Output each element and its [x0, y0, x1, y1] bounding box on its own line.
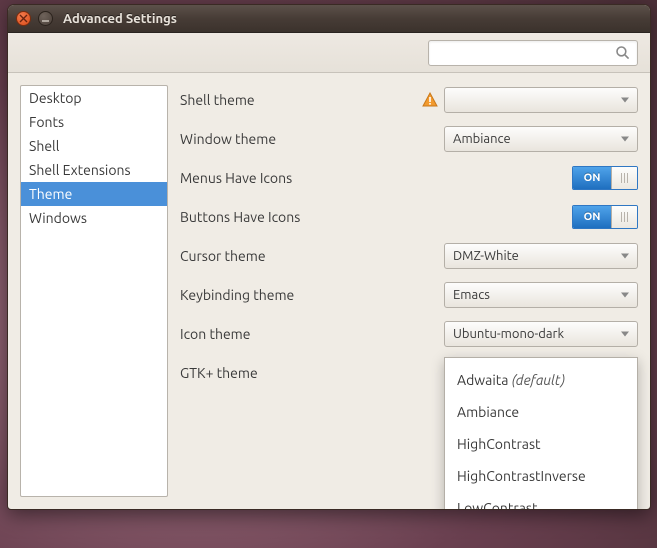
warning-icon: [422, 92, 438, 108]
titlebar: Advanced Settings: [8, 5, 650, 33]
sidebar-item-shell[interactable]: Shell: [21, 134, 167, 158]
advanced-settings-window: Advanced Settings Desktop Fonts Shell Sh…: [7, 4, 651, 510]
gtk-theme-popup[interactable]: Adwaita (default) Ambiance HighContrast …: [444, 357, 638, 510]
close-icon: [19, 14, 28, 23]
row-keybinding-theme: Keybinding theme Emacs: [180, 280, 638, 310]
content-area: Desktop Fonts Shell Shell Extensions The…: [8, 73, 650, 509]
switch-buttons-icons[interactable]: ON: [572, 205, 638, 229]
minimize-button[interactable]: [38, 11, 53, 26]
combo-keybinding-theme-value: Emacs: [453, 288, 490, 302]
gtk-option-lowcontrast[interactable]: LowContrast: [445, 492, 637, 510]
chevron-down-icon: [621, 332, 629, 337]
row-icon-theme: Icon theme Ubuntu-mono-dark: [180, 319, 638, 349]
label-icon-theme: Icon theme: [180, 326, 444, 342]
close-button[interactable]: [16, 11, 31, 26]
combo-keybinding-theme[interactable]: Emacs: [444, 282, 638, 308]
switch-thumb: [611, 167, 637, 189]
toolbar: [8, 33, 650, 73]
option-label: Adwaita: [457, 372, 508, 388]
row-menus-icons: Menus Have Icons ON: [180, 163, 638, 193]
row-cursor-theme: Cursor theme DMZ-White: [180, 241, 638, 271]
label-cursor-theme: Cursor theme: [180, 248, 444, 264]
label-menus-icons: Menus Have Icons: [180, 170, 572, 186]
combo-window-theme-value: Ambiance: [453, 132, 511, 146]
sidebar-item-desktop[interactable]: Desktop: [21, 86, 167, 110]
combo-shell-theme[interactable]: [444, 87, 638, 113]
chevron-down-icon: [621, 254, 629, 259]
combo-icon-theme-value: Ubuntu-mono-dark: [453, 327, 564, 341]
label-keybinding-theme: Keybinding theme: [180, 287, 444, 303]
chevron-down-icon: [621, 137, 629, 142]
window-title: Advanced Settings: [63, 12, 177, 26]
chevron-down-icon: [621, 293, 629, 298]
search-icon: [615, 45, 631, 61]
sidebar-item-theme[interactable]: Theme: [21, 182, 167, 206]
label-window-theme: Window theme: [180, 131, 444, 147]
category-sidebar: Desktop Fonts Shell Shell Extensions The…: [20, 85, 168, 497]
switch-on-label: ON: [573, 206, 611, 228]
gtk-option-ambiance[interactable]: Ambiance: [445, 396, 637, 428]
search-input[interactable]: [435, 44, 615, 61]
default-suffix: (default): [512, 372, 565, 388]
gtk-option-highcontrast[interactable]: HighContrast: [445, 428, 637, 460]
combo-cursor-theme-value: DMZ-White: [453, 249, 519, 263]
row-shell-theme: Shell theme: [180, 85, 638, 115]
sidebar-item-windows[interactable]: Windows: [21, 206, 167, 230]
combo-cursor-theme[interactable]: DMZ-White: [444, 243, 638, 269]
search-field[interactable]: [428, 40, 638, 66]
sidebar-item-shell-extensions[interactable]: Shell Extensions: [21, 158, 167, 182]
chevron-down-icon: [621, 98, 629, 103]
gtk-option-highcontrastinverse[interactable]: HighContrastInverse: [445, 460, 637, 492]
switch-menus-icons[interactable]: ON: [572, 166, 638, 190]
switch-on-label: ON: [573, 167, 611, 189]
settings-panel: Shell theme Window theme Ambiance Menus …: [180, 85, 638, 497]
window-buttons: [16, 11, 53, 26]
sidebar-item-fonts[interactable]: Fonts: [21, 110, 167, 134]
minimize-icon: [41, 14, 50, 23]
label-shell-theme: Shell theme: [180, 92, 422, 108]
label-buttons-icons: Buttons Have Icons: [180, 209, 572, 225]
row-buttons-icons: Buttons Have Icons ON: [180, 202, 638, 232]
combo-window-theme[interactable]: Ambiance: [444, 126, 638, 152]
gtk-option-adwaita[interactable]: Adwaita (default): [445, 364, 637, 396]
combo-icon-theme[interactable]: Ubuntu-mono-dark: [444, 321, 638, 347]
switch-thumb: [611, 206, 637, 228]
row-window-theme: Window theme Ambiance: [180, 124, 638, 154]
